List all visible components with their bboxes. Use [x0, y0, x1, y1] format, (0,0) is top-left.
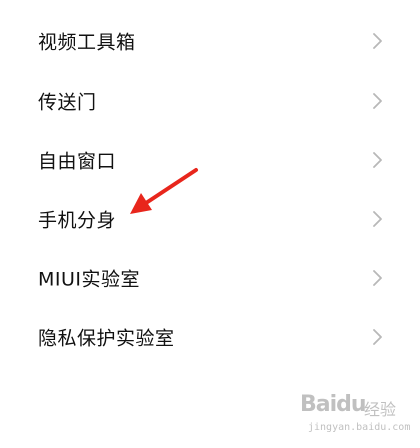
watermark-jingyan: 经验: [364, 400, 397, 419]
menu-item-privacy-lab[interactable]: 隐私保护实验室: [0, 308, 420, 366]
menu-item-label: MIUI实验室: [38, 268, 141, 291]
menu-item-label: 视频工具箱: [38, 31, 136, 54]
chevron-right-icon: [373, 270, 382, 286]
watermark-url: jingyan.baidu.com: [308, 422, 411, 433]
menu-item-label: 隐私保护实验室: [38, 327, 175, 350]
chevron-right-icon: [373, 211, 382, 227]
menu-item-second-space[interactable]: 手机分身: [0, 190, 420, 248]
menu-item-miui-lab[interactable]: MIUI实验室: [0, 249, 420, 307]
chevron-right-icon: [373, 33, 382, 49]
watermark-brand: Baidu: [300, 392, 367, 417]
menu-item-portal[interactable]: 传送门: [0, 72, 420, 130]
settings-menu-list: 视频工具箱 传送门 自由窗口 手机分身 MIUI实验室 隐私保护实验室: [0, 0, 420, 448]
menu-item-label: 手机分身: [38, 209, 117, 232]
chevron-right-icon: [373, 93, 382, 109]
menu-item-video-toolbox[interactable]: 视频工具箱: [0, 12, 420, 70]
chevron-right-icon: [373, 152, 382, 168]
menu-item-label: 传送门: [38, 91, 97, 114]
menu-item-label: 自由窗口: [38, 150, 117, 173]
menu-item-free-window[interactable]: 自由窗口: [0, 131, 420, 189]
baidu-jingyan-watermark: Baidu 经验 jingyan.baidu.com: [300, 392, 412, 440]
chevron-right-icon: [373, 329, 382, 345]
